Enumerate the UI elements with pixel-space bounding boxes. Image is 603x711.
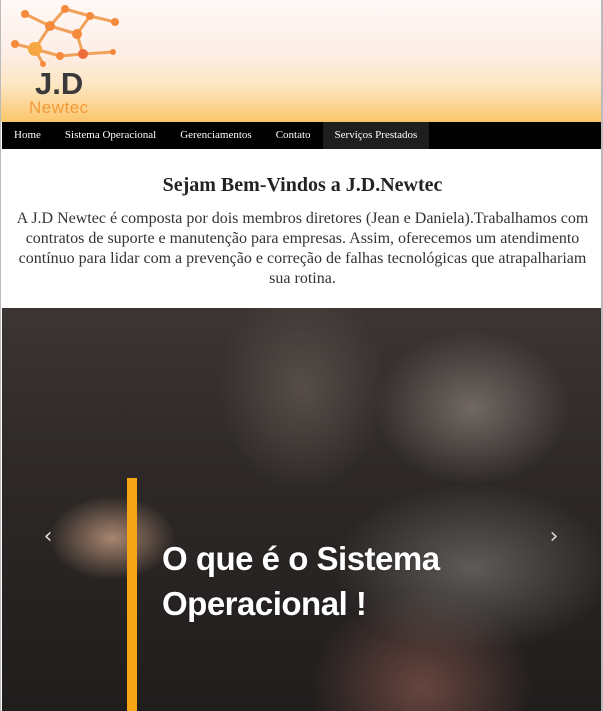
carousel-next-icon[interactable]: › (542, 520, 566, 554)
carousel: O que é o Sistema Operacional ! ‹ › (2, 308, 601, 711)
carousel-prev-icon[interactable]: ‹ (36, 520, 60, 554)
welcome-text: A J.D Newtec é composta por dois membros… (16, 210, 589, 287)
logo-subtitle: Newtec (29, 98, 89, 117)
logo-title: J.D (35, 66, 84, 101)
nav-item-home[interactable]: Home (2, 122, 53, 149)
site-header: J.D Newtec (1, 0, 601, 122)
slide-accent-bar (127, 478, 137, 711)
nav-item-servicos-prestados[interactable]: Serviços Prestados (322, 122, 430, 149)
welcome-heading: Sejam Bem-Vindos a J.D.Newtec (162, 174, 443, 196)
nav-item-sistema-operacional[interactable]: Sistema Operacional (53, 122, 168, 149)
slide-title-line-1: O que é o Sistema (162, 540, 440, 577)
page: J.D Newtec Home Sistema Operacional Gere… (0, 0, 603, 711)
slide-title-line-2: Operacional ! (162, 585, 367, 622)
main-nav: Home Sistema Operacional Gerenciamentos … (2, 122, 601, 149)
nav-item-contato[interactable]: Contato (264, 122, 323, 149)
nav-item-gerenciamentos[interactable]: Gerenciamentos (168, 122, 263, 149)
slide-title: O que é o Sistema Operacional ! (162, 536, 440, 626)
welcome-section: Sejam Bem-Vindos a J.D.Newtec A J.D Newt… (1, 150, 601, 308)
